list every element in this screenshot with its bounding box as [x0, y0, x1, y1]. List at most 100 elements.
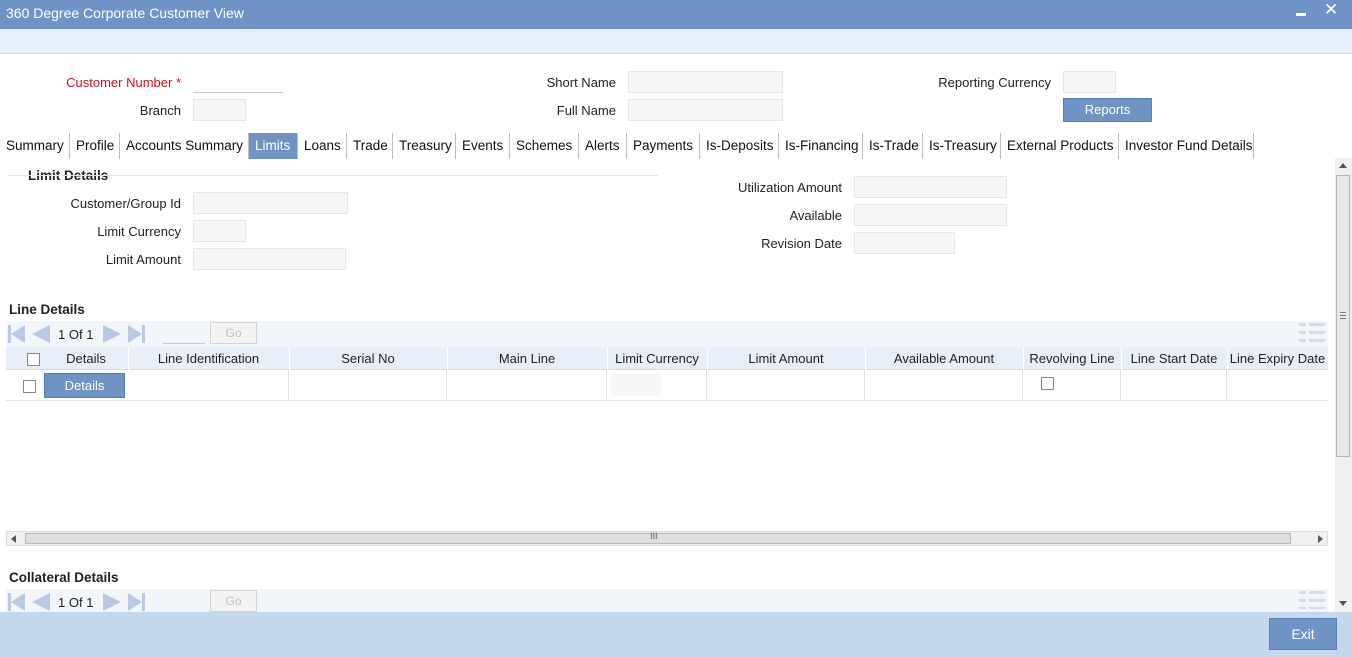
collateral-pager-go-button[interactable]: Go [210, 590, 257, 612]
minimize-icon[interactable] [1296, 13, 1306, 16]
grid-settings-icon[interactable] [1299, 323, 1325, 343]
branch-field[interactable] [193, 99, 246, 121]
tab-is-treasury[interactable]: Is-Treasury [923, 133, 1001, 159]
column-header-revolving-line: Revolving Line [1029, 351, 1115, 366]
tab-events[interactable]: Events [456, 133, 510, 159]
reports-button[interactable]: Reports [1063, 98, 1152, 122]
main-line-cell[interactable] [447, 370, 607, 401]
tab-accounts-summary[interactable]: Accounts Summary [120, 133, 249, 159]
tab-summary[interactable]: Summary [0, 133, 70, 159]
line-first-page-icon[interactable] [8, 325, 28, 343]
limit-amount-cell[interactable] [707, 370, 865, 401]
collateral-first-page-icon[interactable] [8, 593, 28, 611]
line-prev-page-icon[interactable] [32, 325, 52, 343]
collateral-last-page-icon[interactable] [128, 593, 148, 611]
select-all-checkbox[interactable] [27, 353, 40, 366]
serial-no-cell[interactable] [289, 370, 447, 401]
tab-loans[interactable]: Loans [298, 133, 347, 159]
tab-is-trade[interactable]: Is-Trade [863, 133, 923, 159]
column-divider [447, 347, 448, 370]
title-bar: 360 Degree Corporate Customer View ✕ [0, 0, 1352, 29]
row-details-button[interactable]: Details [44, 373, 125, 398]
line-identification-cell[interactable] [128, 370, 289, 401]
tab-external-products[interactable]: External Products [1001, 133, 1119, 159]
line-last-page-icon[interactable] [128, 325, 148, 343]
available-amount-cell[interactable] [865, 370, 1023, 401]
toolbar-strip [0, 29, 1352, 54]
column-divider [1023, 347, 1024, 370]
column-divider [1227, 347, 1228, 370]
limit-amount-label: Limit Amount [105, 252, 181, 267]
tab-is-deposits[interactable]: Is-Deposits [700, 133, 779, 159]
collateral-prev-page-icon[interactable] [32, 593, 52, 611]
column-header-serial-no: Serial No [341, 351, 395, 366]
branch-label: Branch [139, 103, 181, 118]
limit-currency-field[interactable] [193, 220, 246, 242]
customer-number-input[interactable] [193, 71, 283, 93]
line-expiry-date-cell[interactable] [1227, 370, 1328, 401]
column-header-line-start-date: Line Start Date [1130, 351, 1218, 366]
close-icon[interactable]: ✕ [1324, 1, 1338, 18]
line-details-title: Line Details [9, 302, 85, 317]
collateral-pager-total: 1 [86, 595, 94, 610]
tab-is-financing[interactable]: Is-Financing [779, 133, 863, 159]
tab-schemes[interactable]: Schemes [510, 133, 579, 159]
horizontal-scrollbar[interactable]: III [6, 531, 1328, 546]
scroll-left-icon[interactable] [11, 535, 16, 543]
collateral-grid-settings-icon[interactable] [1299, 591, 1325, 609]
tab-trade[interactable]: Trade [347, 133, 393, 159]
collateral-details-title: Collateral Details [9, 570, 119, 585]
scroll-down-icon[interactable] [1339, 601, 1347, 606]
collateral-pager-current: 1 [58, 595, 66, 610]
exit-button[interactable]: Exit [1269, 618, 1337, 650]
collateral-next-page-icon[interactable] [103, 593, 123, 611]
tab-treasury[interactable]: Treasury [393, 133, 456, 159]
available-label: Available [789, 208, 842, 223]
tab-payments[interactable]: Payments [627, 133, 700, 159]
short-name-field[interactable] [628, 71, 783, 93]
footer-bar [0, 612, 1352, 657]
window-title: 360 Degree Corporate Customer View [6, 5, 244, 21]
revision-date-field[interactable] [854, 232, 955, 254]
column-divider [289, 347, 290, 370]
line-next-page-icon[interactable] [103, 325, 123, 343]
scroll-right-icon[interactable] [1318, 535, 1323, 543]
line-start-date-cell[interactable] [1121, 370, 1227, 401]
column-header-details: Details [66, 351, 106, 366]
tab-limits[interactable]: Limits [249, 133, 298, 159]
column-header-line-expiry-date: Line Expiry Date [1229, 351, 1326, 366]
line-pager-go-button[interactable]: Go [210, 322, 257, 344]
horizontal-scroll-thumb[interactable]: III [25, 531, 1291, 544]
line-details-header: Details Line Identification Serial No Main … [6, 347, 1328, 370]
reporting-currency-field[interactable] [1063, 71, 1116, 93]
column-header-available-amount: Available Amount [893, 351, 995, 366]
column-header-limit-currency: Limit Currency [615, 351, 699, 366]
collateral-details-pager [6, 589, 1328, 612]
limit-currency-input[interactable] [611, 374, 661, 396]
line-pager-current: 1 [58, 327, 66, 342]
revolving-line-checkbox[interactable] [1041, 377, 1054, 390]
tab-investor-fund-details[interactable]: Investor Fund Details [1119, 133, 1254, 159]
tab-alerts[interactable]: Alerts [579, 133, 627, 159]
customer-group-id-field[interactable] [193, 192, 348, 214]
required-mark: * [175, 75, 181, 90]
tab-profile[interactable]: Profile [70, 133, 120, 159]
row-checkbox[interactable] [23, 380, 36, 393]
line-pager-status: 1 Of 1 [58, 327, 93, 342]
available-field[interactable] [854, 204, 1007, 226]
reporting-currency-label: Reporting Currency [938, 75, 1051, 90]
short-name-label: Short Name [546, 75, 616, 90]
scroll-up-icon[interactable] [1339, 163, 1347, 168]
full-name-field[interactable] [628, 99, 783, 121]
vertical-scroll-thumb[interactable] [1336, 175, 1350, 457]
line-pager-page-input[interactable] [163, 322, 205, 344]
vertical-scrollbar[interactable] [1335, 158, 1352, 612]
line-pager-total: 1 [86, 327, 94, 342]
column-divider [607, 347, 608, 370]
limit-currency-cell[interactable] [607, 370, 707, 401]
full-name-label: Full Name [556, 103, 616, 118]
customer-number-label: Customer Number * [60, 75, 181, 90]
utilization-amount-field[interactable] [854, 176, 1007, 198]
limit-amount-field[interactable] [193, 248, 346, 270]
collateral-pager-of: Of [68, 595, 83, 610]
